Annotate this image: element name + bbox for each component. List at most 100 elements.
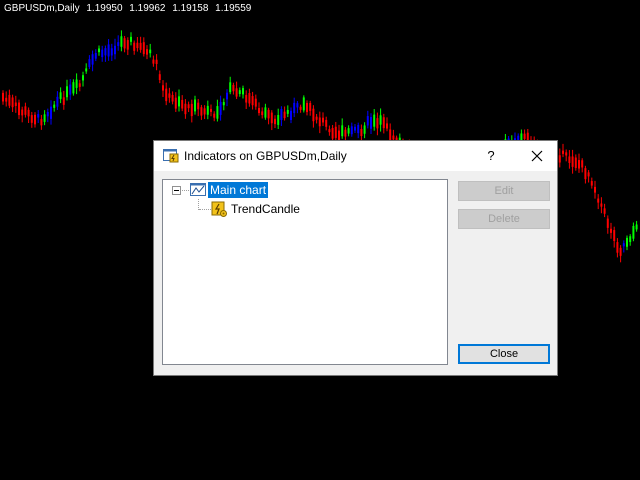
candle-body: [523, 133, 526, 139]
candle-body: [251, 96, 254, 106]
candle-body: [142, 42, 145, 55]
candle-body: [59, 92, 62, 99]
candle-body: [94, 53, 97, 59]
candle-body: [331, 128, 334, 139]
tree-collapse-toggle[interactable]: [172, 186, 181, 195]
candle-body: [293, 102, 296, 114]
candle-body: [360, 128, 363, 137]
candle-body: [107, 44, 110, 57]
candle-body: [168, 93, 171, 98]
candle-body: [98, 48, 100, 53]
candle-body: [299, 106, 302, 110]
candle-body: [565, 152, 568, 156]
candle-body: [235, 88, 238, 97]
chart-high: 1.19962: [129, 3, 166, 14]
candle-body: [152, 59, 155, 64]
edit-button[interactable]: Edit: [458, 181, 550, 201]
candle-body: [24, 106, 27, 115]
candle-body: [123, 38, 126, 49]
candle-body: [69, 84, 72, 95]
candle-body: [290, 110, 292, 120]
close-button[interactable]: Close: [458, 344, 550, 364]
candle-body: [254, 98, 257, 107]
candle-body: [114, 45, 116, 55]
tree-connector: [199, 209, 211, 210]
candle-body: [312, 108, 315, 122]
candle-body: [242, 88, 244, 95]
candle-body: [213, 113, 216, 118]
candle-body: [226, 92, 228, 100]
candle-body: [370, 117, 372, 129]
candle-body: [75, 79, 78, 88]
candle-body: [200, 107, 203, 116]
candle-body: [306, 102, 308, 113]
close-window-button[interactable]: [518, 141, 556, 171]
candle-body: [229, 82, 232, 93]
candle-body: [62, 97, 65, 105]
close-icon: [531, 150, 543, 162]
indicator-tree[interactable]: Main chart TrendCandle: [162, 179, 448, 365]
candle-body: [635, 224, 638, 230]
dialog-titlebar[interactable]: Indicators on GBPUSDm,Daily ?: [154, 141, 557, 171]
candle-body: [210, 108, 212, 112]
candle-body: [117, 42, 120, 46]
candle-body: [130, 36, 132, 42]
candle-body: [27, 109, 30, 117]
candle-body: [587, 172, 590, 177]
candle-body: [219, 101, 222, 115]
tree-node-main-chart[interactable]: Main chart: [208, 182, 269, 198]
candle-body: [347, 128, 350, 134]
candle-body: [325, 119, 328, 127]
candle-body: [283, 111, 286, 119]
candle-body: [18, 102, 20, 116]
candle-body: [149, 49, 152, 54]
candle-body: [261, 111, 264, 116]
candle-body: [274, 118, 276, 125]
candle-body: [174, 97, 177, 109]
candle-body: [158, 74, 161, 80]
candle-body: [139, 42, 142, 50]
help-button[interactable]: ?: [478, 141, 504, 171]
dialog-title: Indicators on GBPUSDm,Daily: [184, 149, 347, 163]
candle-body: [8, 94, 11, 106]
candle-body: [85, 68, 88, 72]
candle-body: [382, 117, 385, 129]
candle-body: [328, 129, 331, 133]
candle-body: [264, 107, 267, 118]
candle-body: [46, 111, 49, 117]
candle-body: [53, 104, 56, 108]
candle-body: [222, 102, 225, 106]
candle-body: [190, 103, 193, 117]
candle-body: [613, 230, 616, 242]
candle-body: [309, 102, 312, 111]
candle-body: [590, 181, 593, 186]
candle-body: [597, 198, 600, 203]
candle-body: [171, 95, 174, 102]
candle-body: [206, 105, 209, 115]
candle-body: [626, 237, 628, 247]
candle-body: [40, 119, 43, 126]
candle-body: [165, 88, 168, 102]
candle-body: [66, 86, 68, 98]
candle-body: [267, 109, 270, 119]
candle-body: [187, 104, 190, 109]
candle-body: [21, 109, 24, 116]
candle-body: [354, 126, 356, 131]
indicators-list-icon: [163, 149, 179, 163]
delete-button[interactable]: Delete: [458, 209, 550, 229]
candle-body: [155, 59, 158, 64]
candle-body: [366, 116, 369, 126]
candle-body: [341, 125, 344, 137]
candle-body: [562, 150, 564, 154]
candle-body: [302, 97, 305, 111]
candle-body: [34, 114, 36, 125]
candle-body: [101, 49, 104, 58]
candle-body: [632, 225, 635, 239]
candle-body: [389, 129, 392, 141]
tree-node-trendcandle[interactable]: TrendCandle: [231, 201, 300, 217]
candle-body: [194, 99, 196, 112]
candle-body: [5, 97, 8, 102]
candle-body: [568, 156, 571, 163]
candle-body: [350, 126, 353, 135]
tree-connector: [182, 190, 189, 191]
